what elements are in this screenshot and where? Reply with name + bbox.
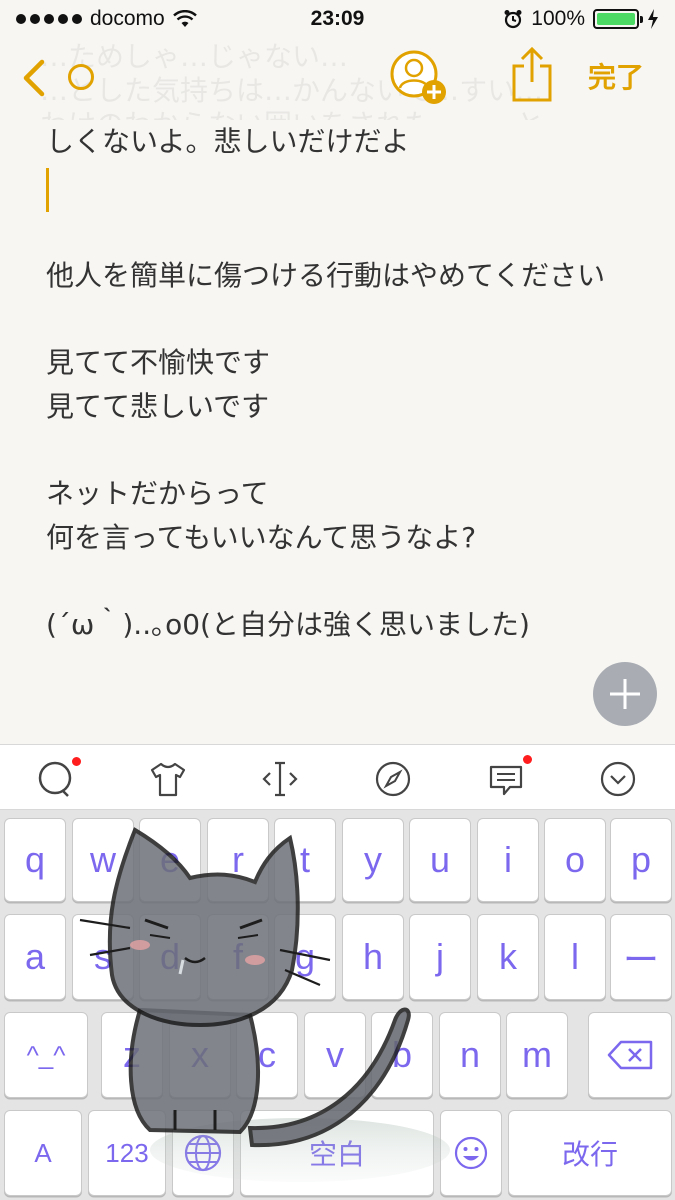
- key-t[interactable]: t: [274, 818, 336, 902]
- key-u[interactable]: u: [409, 818, 471, 902]
- key-k[interactable]: k: [477, 914, 539, 1000]
- globe-icon: [184, 1134, 222, 1172]
- share-icon[interactable]: [510, 46, 554, 102]
- backspace-key[interactable]: [588, 1012, 672, 1098]
- backspace-icon: [607, 1040, 653, 1070]
- cursor-move-icon[interactable]: [260, 759, 300, 799]
- key-l[interactable]: l: [544, 914, 606, 1000]
- key-v[interactable]: v: [304, 1012, 366, 1098]
- key-e[interactable]: e: [139, 818, 201, 902]
- key-i[interactable]: i: [477, 818, 539, 902]
- key-x[interactable]: x: [169, 1012, 231, 1098]
- carrier-label: docomo: [90, 7, 165, 30]
- status-right: 100%: [503, 7, 659, 31]
- key-j[interactable]: j: [409, 914, 471, 1000]
- keyboard-toolbar: [0, 744, 675, 810]
- key-kaomoji[interactable]: ^_^: [4, 1012, 88, 1098]
- add-person-icon[interactable]: [388, 48, 452, 110]
- wifi-icon: [172, 10, 197, 27]
- message-icon[interactable]: [486, 759, 526, 799]
- circle-icon[interactable]: [68, 64, 94, 90]
- plus-icon: [610, 679, 640, 709]
- key-o[interactable]: o: [544, 818, 606, 902]
- ghost-line: わけのわからない囲いをされた… …と…: [40, 108, 660, 120]
- chevron-down-icon[interactable]: [598, 759, 638, 799]
- key-s[interactable]: s: [72, 914, 134, 1000]
- status-left: docomo: [16, 7, 197, 31]
- key-g[interactable]: g: [274, 914, 336, 1000]
- done-button[interactable]: 完了: [588, 56, 644, 96]
- note-editor[interactable]: しくないよ。悲しいだけだよ 他人を簡単に傷つける行動はやめてください 見てて不愉…: [46, 120, 656, 647]
- compass-icon[interactable]: [373, 759, 413, 799]
- shift-key[interactable]: A: [4, 1110, 82, 1196]
- note-line: ネットだからって: [46, 477, 269, 510]
- key-m[interactable]: m: [506, 1012, 568, 1098]
- note-line: 他人を簡単に傷つける行動はやめてください: [46, 259, 606, 292]
- key-long-vowel[interactable]: ー: [610, 914, 672, 1000]
- status-bar: docomo 23:09 100%: [0, 0, 675, 38]
- key-z[interactable]: z: [101, 1012, 163, 1098]
- nav-bar: …ためしゃ…じゃない… …とした気持ちは…かんないで…すい… わけのわからない囲…: [0, 40, 675, 120]
- battery-icon: [593, 9, 643, 29]
- note-line: 見てて不愉快です: [46, 346, 271, 379]
- caret-line: [46, 167, 656, 212]
- scrolled-text-ghost: …ためしゃ…じゃない… …とした気持ちは…かんないで…すい… わけのわからない囲…: [40, 40, 660, 120]
- key-r[interactable]: r: [207, 818, 269, 902]
- key-y[interactable]: y: [342, 818, 404, 902]
- back-chevron-icon[interactable]: [18, 58, 48, 98]
- key-h[interactable]: h: [342, 914, 404, 1000]
- key-c[interactable]: c: [236, 1012, 298, 1098]
- key-b[interactable]: b: [371, 1012, 433, 1098]
- space-key[interactable]: 空白: [240, 1110, 434, 1196]
- charging-icon: [648, 9, 658, 29]
- key-w[interactable]: w: [72, 818, 134, 902]
- notification-dot: [72, 757, 81, 766]
- key-q[interactable]: q: [4, 818, 66, 902]
- ghost-line: …ためしゃ…じゃない…: [40, 40, 349, 73]
- signal-strength-icon: [16, 14, 82, 24]
- key-n[interactable]: n: [439, 1012, 501, 1098]
- key-f[interactable]: f: [207, 914, 269, 1000]
- globe-key[interactable]: [172, 1110, 234, 1196]
- keyboard: q w e r t y u i o p a s d f g h j k l ー …: [0, 810, 675, 1200]
- text-caret: [46, 168, 49, 212]
- battery-fill: [597, 13, 635, 25]
- key-p[interactable]: p: [610, 818, 672, 902]
- chat-bubble-icon[interactable]: [36, 759, 76, 799]
- alarm-icon: [504, 10, 522, 29]
- tshirt-icon[interactable]: [148, 759, 188, 799]
- emoji-icon: [454, 1136, 488, 1170]
- note-line: (´ω｀)..｡o0(と自分は強く思いました): [46, 608, 530, 641]
- note-line: 見てて悲しいです: [46, 390, 270, 423]
- ghost-line: …とした気持ちは…かんないで…すい…: [40, 74, 544, 107]
- battery-percent: 100%: [531, 7, 585, 30]
- numbers-key[interactable]: 123: [88, 1110, 166, 1196]
- notification-dot: [523, 755, 532, 764]
- return-key[interactable]: 改行: [508, 1110, 672, 1196]
- note-line: 何を言ってもいいなんて思うなよ?: [46, 521, 477, 554]
- key-a[interactable]: a: [4, 914, 66, 1000]
- emoji-key[interactable]: [440, 1110, 502, 1196]
- note-line: しくないよ。悲しいだけだよ: [46, 125, 410, 158]
- key-d[interactable]: d: [139, 914, 201, 1000]
- add-attachment-button[interactable]: [593, 662, 657, 726]
